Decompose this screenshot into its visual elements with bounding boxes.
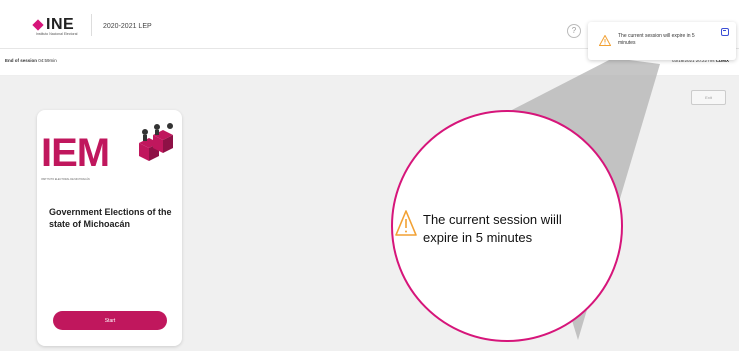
toast-message: The current session will expire in 5 min… (618, 33, 695, 46)
warning-icon-large (395, 210, 417, 236)
session-toast: The current session will expire in 5 min… (588, 22, 736, 60)
toast-close-icon[interactable] (721, 28, 729, 36)
warning-icon (599, 35, 611, 46)
magnified-message: The current session wiill expire in 5 mi… (423, 212, 562, 245)
